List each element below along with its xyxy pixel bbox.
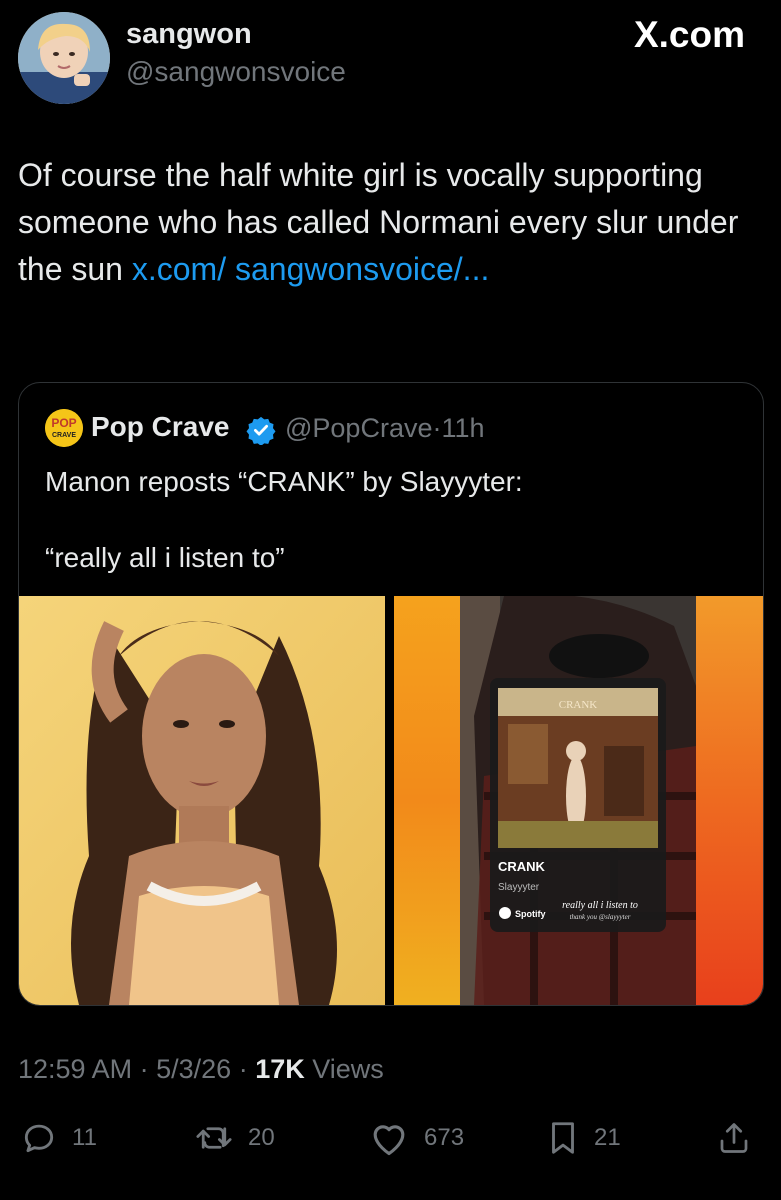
card-service: Spotify <box>515 909 546 919</box>
author-display-name[interactable]: sangwon <box>126 18 252 51</box>
card-note: really all i listen to <box>562 900 638 911</box>
media-image-left[interactable] <box>19 596 385 1005</box>
verified-badge-icon <box>246 415 276 446</box>
reply-icon <box>24 1124 54 1153</box>
like-button[interactable]: 673 <box>368 1118 464 1158</box>
repost-icon <box>196 1127 232 1149</box>
tweet-time[interactable]: 12:59 AM <box>18 1054 132 1084</box>
card-note-sub: thank you @slayyyter <box>570 913 631 921</box>
repost-count: 20 <box>248 1124 275 1151</box>
reply-button[interactable]: 11 <box>20 1118 97 1158</box>
media-image-right[interactable]: CRANK CRANK Slayyyter Spotify really all… <box>394 596 763 1005</box>
x-logo: X.com <box>633 14 745 55</box>
logo-text-top: POP <box>51 416 76 430</box>
tweet-link[interactable]: x.com/ sangwonsvoice/... <box>132 251 489 287</box>
tweet-text: Of course the half white girl is vocally… <box>18 152 758 293</box>
story-screenshot: CRANK CRANK Slayyyter Spotify really all… <box>394 596 763 1005</box>
share-button[interactable] <box>716 1118 752 1158</box>
quoted-text: Manon reposts “CRANK” by Slayyyter: “rea… <box>45 466 523 573</box>
pop-crave-logo[interactable]: POP CRAVE <box>45 409 83 447</box>
bookmark-count: 21 <box>594 1124 621 1151</box>
reply-count: 11 <box>72 1124 97 1151</box>
tweet-meta: 12:59 AM · 5/3/26 · 17K Views <box>18 1054 384 1085</box>
tweet-date[interactable]: 5/3/26 <box>156 1054 231 1084</box>
bookmark-icon <box>552 1122 574 1154</box>
quoted-handle-line[interactable]: @PopCrave·11h <box>285 413 485 444</box>
avatar[interactable] <box>18 12 110 104</box>
like-count: 673 <box>424 1124 465 1151</box>
quoted-tweet[interactable]: POP CRAVE Pop Crave @PopCrave·11h Manon … <box>18 382 764 1006</box>
meta-separator: · <box>139 1054 149 1084</box>
card-title: CRANK <box>498 859 546 874</box>
quoted-time[interactable]: 11h <box>441 413 484 443</box>
heart-icon <box>373 1125 405 1156</box>
quoted-display-name[interactable]: Pop Crave <box>91 411 230 443</box>
portrait-photo <box>19 596 385 1005</box>
album-art-title: CRANK <box>559 699 598 711</box>
meta-separator: · <box>238 1054 248 1084</box>
views-label: Views <box>312 1054 384 1084</box>
card-artist: Slayyyter <box>498 882 540 893</box>
logo-text-bottom: CRAVE <box>52 432 76 439</box>
repost-button[interactable]: 20 <box>194 1118 275 1158</box>
bookmark-button[interactable]: 21 <box>546 1118 621 1158</box>
quoted-handle[interactable]: @PopCrave <box>285 413 432 443</box>
views-count: 17K <box>255 1054 305 1084</box>
share-icon <box>720 1123 748 1153</box>
author-handle[interactable]: @sangwonsvoice <box>126 56 346 88</box>
